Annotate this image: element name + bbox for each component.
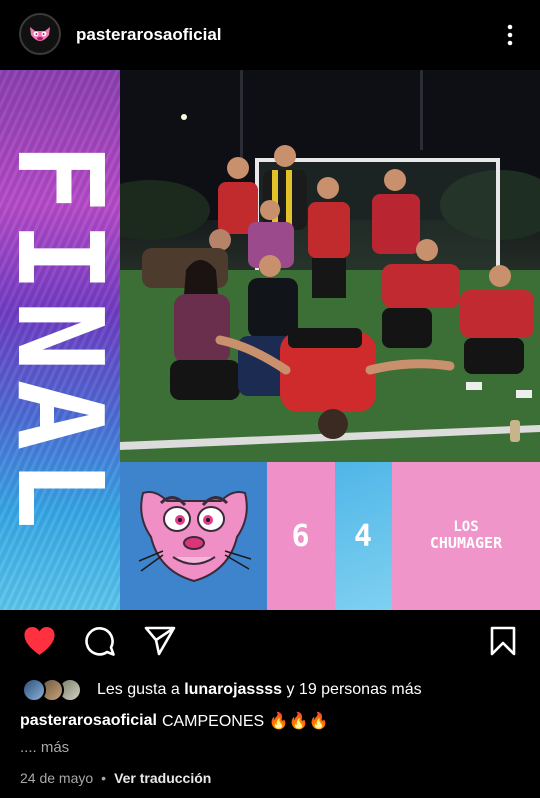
team-photo [120,70,540,462]
action-bar [0,610,540,670]
away-score-panel: 4 [335,462,392,610]
liker-avatars [22,678,86,702]
scoreboard: 6 4 LOS CHUMAGER [120,462,540,610]
bookmark-icon [490,626,516,656]
final-banner-text: FINAL [0,142,120,537]
likes-suffix: y 19 personas más [286,681,422,698]
away-team-panel: LOS CHUMAGER [392,462,540,610]
share-button[interactable] [143,624,177,658]
away-team-name-line2: CHUMAGER [429,534,503,553]
post-meta: 24 de mayo • Ver traducción [20,770,211,786]
header-username[interactable]: pasterarosaoficial [76,25,222,45]
post-caption: pasterarosaoficial CAMPEONES 🔥🔥🔥 [20,711,328,731]
send-icon [144,626,176,656]
comment-button[interactable] [83,624,117,658]
heart-filled-icon [23,627,55,655]
save-button[interactable] [486,624,520,658]
post-header: pasterarosaoficial [0,0,540,70]
likes-user[interactable]: lunarojassss [184,681,282,699]
pink-panther-face-icon [138,491,251,583]
home-score-panel: 6 [267,462,335,610]
comment-icon [85,627,115,656]
post-date: 24 de mayo [20,770,94,786]
pink-panther-logo-icon [30,27,50,41]
like-button[interactable] [22,624,56,658]
final-banner: FINAL [0,70,120,610]
likes-prefix: Les gusta a [97,681,180,698]
more-vertical-icon[interactable] [500,22,520,48]
likes-summary[interactable]: Les gusta a lunarojassss y 19 personas m… [22,678,422,702]
away-score: 4 [353,518,374,554]
liker-avatar [22,678,46,702]
caption-username[interactable]: pasterarosaoficial [20,712,157,730]
home-score: 6 [291,518,311,554]
meta-separator: • [101,770,107,786]
home-team-panel [120,462,267,610]
caption-more-link[interactable]: .... más [20,739,69,756]
post-image[interactable]: FINAL 6 4 LOS CHUMAGER [0,70,540,610]
away-team-name-line1: LOS [453,519,479,536]
caption-text: CAMPEONES 🔥🔥🔥 [161,713,329,730]
see-translation-link[interactable]: Ver traducción [114,770,211,786]
avatar[interactable] [19,13,61,55]
